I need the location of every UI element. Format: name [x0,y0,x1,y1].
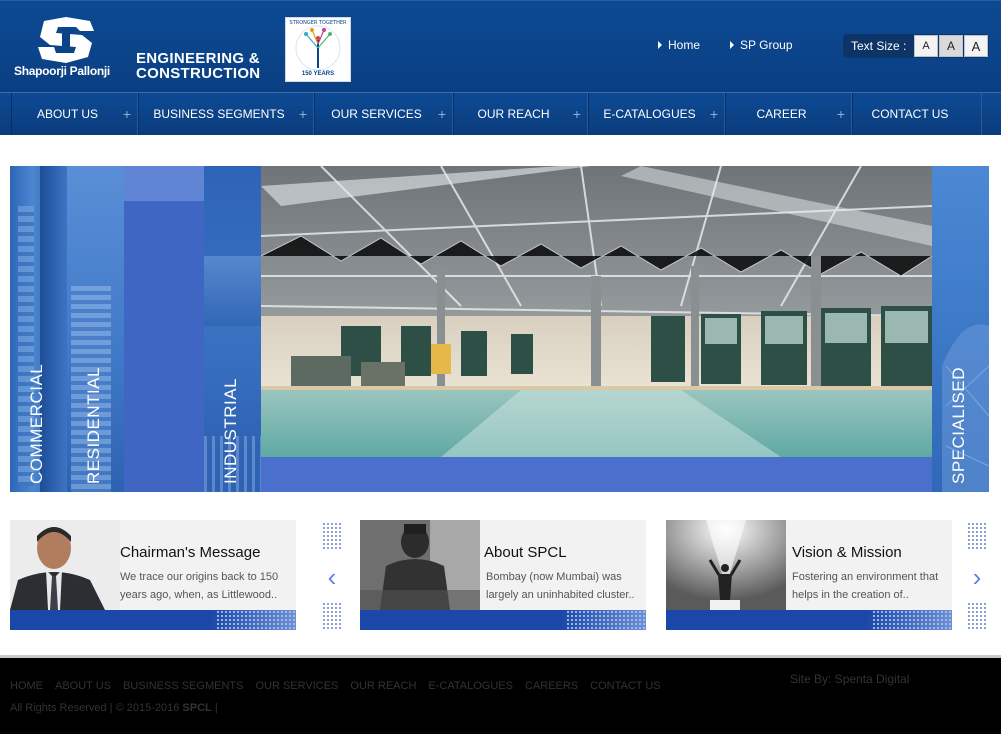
footer-link-our-services[interactable]: OUR SERVICES [255,680,338,692]
nav-label: E-CATALOGUES [603,107,696,121]
segment-label: RESIDENTIAL [83,367,103,484]
footer-link-e-catalogues[interactable]: E-CATALOGUES [428,680,513,692]
nav-label: OUR SERVICES [331,107,422,121]
segment-residential[interactable]: RESIDENTIAL [67,166,124,492]
shapoorji-pallonji-logo[interactable]: Shapoorji Pallonji [14,17,124,81]
top-links: Home SP Group [658,38,793,52]
dot-pattern [967,602,987,630]
nav-contact-us[interactable]: CONTACT US [852,93,982,135]
segment-industrial[interactable]: INDUSTRIAL [204,166,261,492]
badge-tagline: STRONGER TOGETHER [289,20,347,26]
nav-business-segments[interactable]: BUSINESS SEGMENTS + [138,93,314,135]
footer-link-our-reach[interactable]: OUR REACH [350,680,416,692]
photo-caption-band [261,457,932,492]
bullet-triangle-icon [658,41,662,49]
footer-link-home[interactable]: HOME [10,680,43,692]
segment-label: COMMERCIAL [26,363,46,484]
nav-label: ABOUT US [36,107,99,121]
footer-links: HOME ABOUT US BUSINESS SEGMENTS OUR SERV… [10,680,673,692]
badge-years: 150 YEARS [301,71,335,77]
dot-pattern [322,522,342,550]
plus-icon: + [437,106,446,122]
card-title: Vision & Mission [792,544,902,561]
card-bar [360,610,646,630]
plus-icon: + [709,106,718,122]
nav-label: OUR REACH [477,107,550,121]
copyright-company: SPCL [182,702,212,714]
nav-career[interactable]: CAREER + [725,93,852,135]
segment-spacer [124,166,204,492]
nav-label: BUSINESS SEGMENTS [153,107,285,121]
plus-icon: + [122,106,131,122]
card-text: Bombay (now Mumbai) was largely an uninh… [486,571,635,601]
card-title: Chairman's Message [120,544,261,561]
footer-link-about-us[interactable]: ABOUT US [55,680,111,692]
card-chairmans-message[interactable]: Chairman's Message We trace our origins … [10,520,296,630]
top-link-label: Home [668,38,701,52]
industrial-hall-photo [261,166,932,457]
copyright-text: All Rights Reserved | © 2015-2016 SPCL | [10,702,218,714]
segment-commercial[interactable]: COMMERCIAL [10,166,67,492]
150-years-badge: STRONGER TOGETHER 150 YEARS [285,17,351,82]
vision-man-image [666,520,786,610]
nav-label: CAREER [756,107,807,121]
statue-image [360,520,480,610]
chairman-portrait-image [10,520,120,610]
text-size-small-button[interactable]: A [914,35,938,57]
text-size-large-button[interactable]: A [964,35,988,57]
site-header: Shapoorji Pallonji ENGINEERING & CONSTRU… [0,0,1001,92]
dot-pattern [322,602,342,630]
card-about-spcl[interactable]: About SPCL Bombay (now Mumbai) was large… [360,520,646,630]
segment-specialised[interactable]: SPECIALISED [932,166,989,492]
segment-label: SPECIALISED [948,367,968,484]
card-text: We trace our origins back to 150 years a… [120,571,279,601]
text-size-label: Text Size : [851,39,907,53]
top-link-home[interactable]: Home [658,38,700,52]
division-title-line2: CONSTRUCTION [136,65,261,82]
main-nav: ABOUT US + BUSINESS SEGMENTS + OUR SERVICE… [0,92,1001,135]
nav-our-reach[interactable]: OUR REACH + [453,93,588,135]
segment-label: INDUSTRIAL [220,377,240,484]
copyright-suffix: | [214,702,218,714]
chevron-left-icon[interactable]: ‹ [320,564,344,590]
dot-pattern [967,522,987,550]
text-size-medium-button[interactable]: A [939,35,963,57]
site-footer: HOME ABOUT US BUSINESS SEGMENTS OUR SERV… [0,655,1001,734]
card-bar [10,610,296,630]
division-title: ENGINEERING & CONSTRUCTION [136,51,260,81]
sp-logo-icon [38,17,94,63]
plus-icon: + [298,106,307,122]
nav-label: CONTACT US [871,107,949,121]
text-size-control: Text Size : A A A [843,34,989,58]
footer-link-careers[interactable]: CAREERS [525,680,578,692]
bullet-triangle-icon [730,41,735,49]
site-by-credit[interactable]: Site By: Spenta Digital [790,672,909,686]
division-title-line1: ENGINEERING & [136,50,260,67]
nav-about-us[interactable]: ABOUT US + [11,93,138,135]
chevron-right-icon[interactable]: › [965,564,989,590]
plus-icon: + [572,106,581,122]
logo-wordmark: Shapoorji Pallonji [14,64,110,78]
plus-icon: + [836,106,845,122]
top-link-sp-group[interactable]: SP Group [730,38,793,52]
card-title: About SPCL [484,544,567,561]
segments-banner: COMMERCIAL RESIDENTIAL INDUSTRIAL SPECIA… [10,166,989,492]
nav-e-catalogues[interactable]: E-CATALOGUES + [588,93,725,135]
copyright-prefix: All Rights Reserved | © 2015-2016 [10,702,180,714]
card-text: Fostering an environment that helps in t… [792,571,939,601]
card-vision-mission[interactable]: Vision & Mission Fostering an environmen… [666,520,952,630]
top-link-label: SP Group [740,38,793,52]
footer-link-business-segments[interactable]: BUSINESS SEGMENTS [123,680,243,692]
card-bar [666,610,952,630]
nav-our-services[interactable]: OUR SERVICES + [314,93,453,135]
footer-link-contact-us[interactable]: CONTACT US [590,680,661,692]
warehouse-image [261,166,932,457]
